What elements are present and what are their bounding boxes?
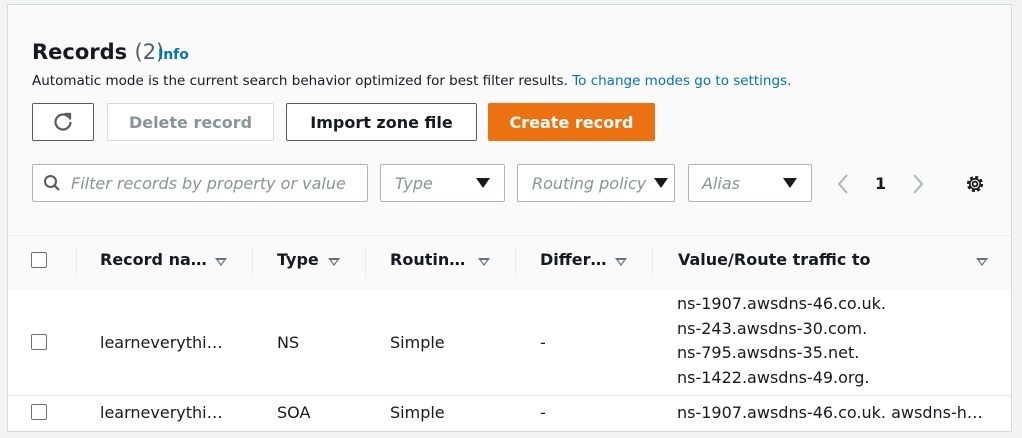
description-text: Automatic mode is the current search beh… bbox=[32, 73, 568, 89]
sort-icon[interactable] bbox=[615, 258, 627, 266]
gear-icon[interactable] bbox=[964, 173, 986, 195]
value-line: ns-795.awsdns-35.net. bbox=[677, 343, 860, 362]
column-divider bbox=[76, 248, 77, 278]
sort-icon[interactable] bbox=[976, 258, 988, 266]
sort-icon[interactable] bbox=[215, 258, 227, 266]
column-divider bbox=[252, 248, 253, 278]
routing-cell: Simple bbox=[390, 333, 445, 352]
value-cell: ns-1907.awsdns-46.co.uk. awsdns-h… bbox=[677, 403, 983, 422]
records-panel: Records (2) Info Automatic mode is the c… bbox=[7, 4, 1012, 432]
value-cell: ns-1907.awsdns-46.co.uk. ns-243.awsdns-3… bbox=[677, 292, 886, 390]
value-line: ns-1422.awsdns-49.org. bbox=[677, 367, 870, 387]
column-divider bbox=[515, 248, 516, 278]
routing-select-label: Routing policy bbox=[532, 173, 647, 193]
column-divider bbox=[365, 248, 366, 278]
column-header-type[interactable]: Type bbox=[277, 250, 319, 269]
table-row[interactable]: learneverythi… SOA Simple - ns-1907.awsd… bbox=[8, 396, 1011, 431]
routing-policy-select[interactable]: Routing policy bbox=[517, 164, 675, 202]
settings-link[interactable]: To change modes go to settings. bbox=[572, 73, 791, 89]
value-line: ns-243.awsdns-30.com. bbox=[677, 318, 868, 338]
row-checkbox[interactable] bbox=[31, 404, 47, 420]
table-header: Record na… Type Routin… Differ… Value/Ro… bbox=[8, 235, 1011, 291]
create-record-button[interactable]: Create record bbox=[488, 103, 655, 141]
routing-cell: Simple bbox=[390, 403, 445, 422]
page-title: Records (2) bbox=[32, 40, 164, 64]
sort-icon[interactable] bbox=[478, 258, 490, 266]
type-select-label: Type bbox=[395, 173, 433, 193]
sort-icon[interactable] bbox=[328, 258, 340, 266]
differentiator-cell: - bbox=[540, 403, 546, 422]
type-select[interactable]: Type bbox=[380, 164, 505, 202]
column-divider bbox=[652, 248, 653, 278]
title-text: Records bbox=[32, 40, 128, 64]
caret-down-icon bbox=[654, 178, 668, 188]
record-name-cell[interactable]: learneverythi… bbox=[100, 403, 223, 422]
row-checkbox[interactable] bbox=[31, 334, 47, 350]
value-line: ns-1907.awsdns-46.co.uk. bbox=[677, 294, 887, 313]
type-cell: SOA bbox=[277, 403, 311, 422]
column-header-routing[interactable]: Routin… bbox=[390, 250, 465, 269]
type-cell: NS bbox=[277, 333, 300, 352]
delete-record-button[interactable]: Delete record bbox=[107, 103, 274, 141]
search-input[interactable]: Filter records by property or value bbox=[32, 164, 368, 202]
current-page[interactable]: 1 bbox=[875, 174, 886, 193]
refresh-button[interactable] bbox=[32, 103, 94, 141]
caret-down-icon bbox=[476, 178, 490, 188]
record-name-cell[interactable]: learneverythi… bbox=[100, 333, 223, 352]
search-placeholder: Filter records by property or value bbox=[71, 173, 346, 193]
alias-select-label: Alias bbox=[702, 173, 740, 193]
chevron-right-icon[interactable] bbox=[911, 173, 925, 195]
refresh-icon bbox=[54, 112, 72, 131]
search-icon bbox=[44, 175, 60, 191]
alias-select[interactable]: Alias bbox=[688, 164, 812, 202]
description: Automatic mode is the current search beh… bbox=[32, 73, 791, 89]
differentiator-cell: - bbox=[540, 333, 546, 352]
column-header-differentiator[interactable]: Differ… bbox=[540, 250, 606, 269]
select-all-checkbox[interactable] bbox=[31, 252, 47, 268]
column-header-record-name[interactable]: Record na… bbox=[100, 250, 207, 269]
column-header-value[interactable]: Value/Route traffic to bbox=[678, 250, 871, 269]
info-link[interactable]: Info bbox=[158, 47, 189, 63]
table-row[interactable]: learneverythi… NS Simple - ns-1907.awsdn… bbox=[8, 290, 1011, 396]
import-zone-file-button[interactable]: Import zone file bbox=[286, 103, 477, 141]
chevron-left-icon[interactable] bbox=[836, 173, 850, 195]
caret-down-icon bbox=[783, 178, 797, 188]
